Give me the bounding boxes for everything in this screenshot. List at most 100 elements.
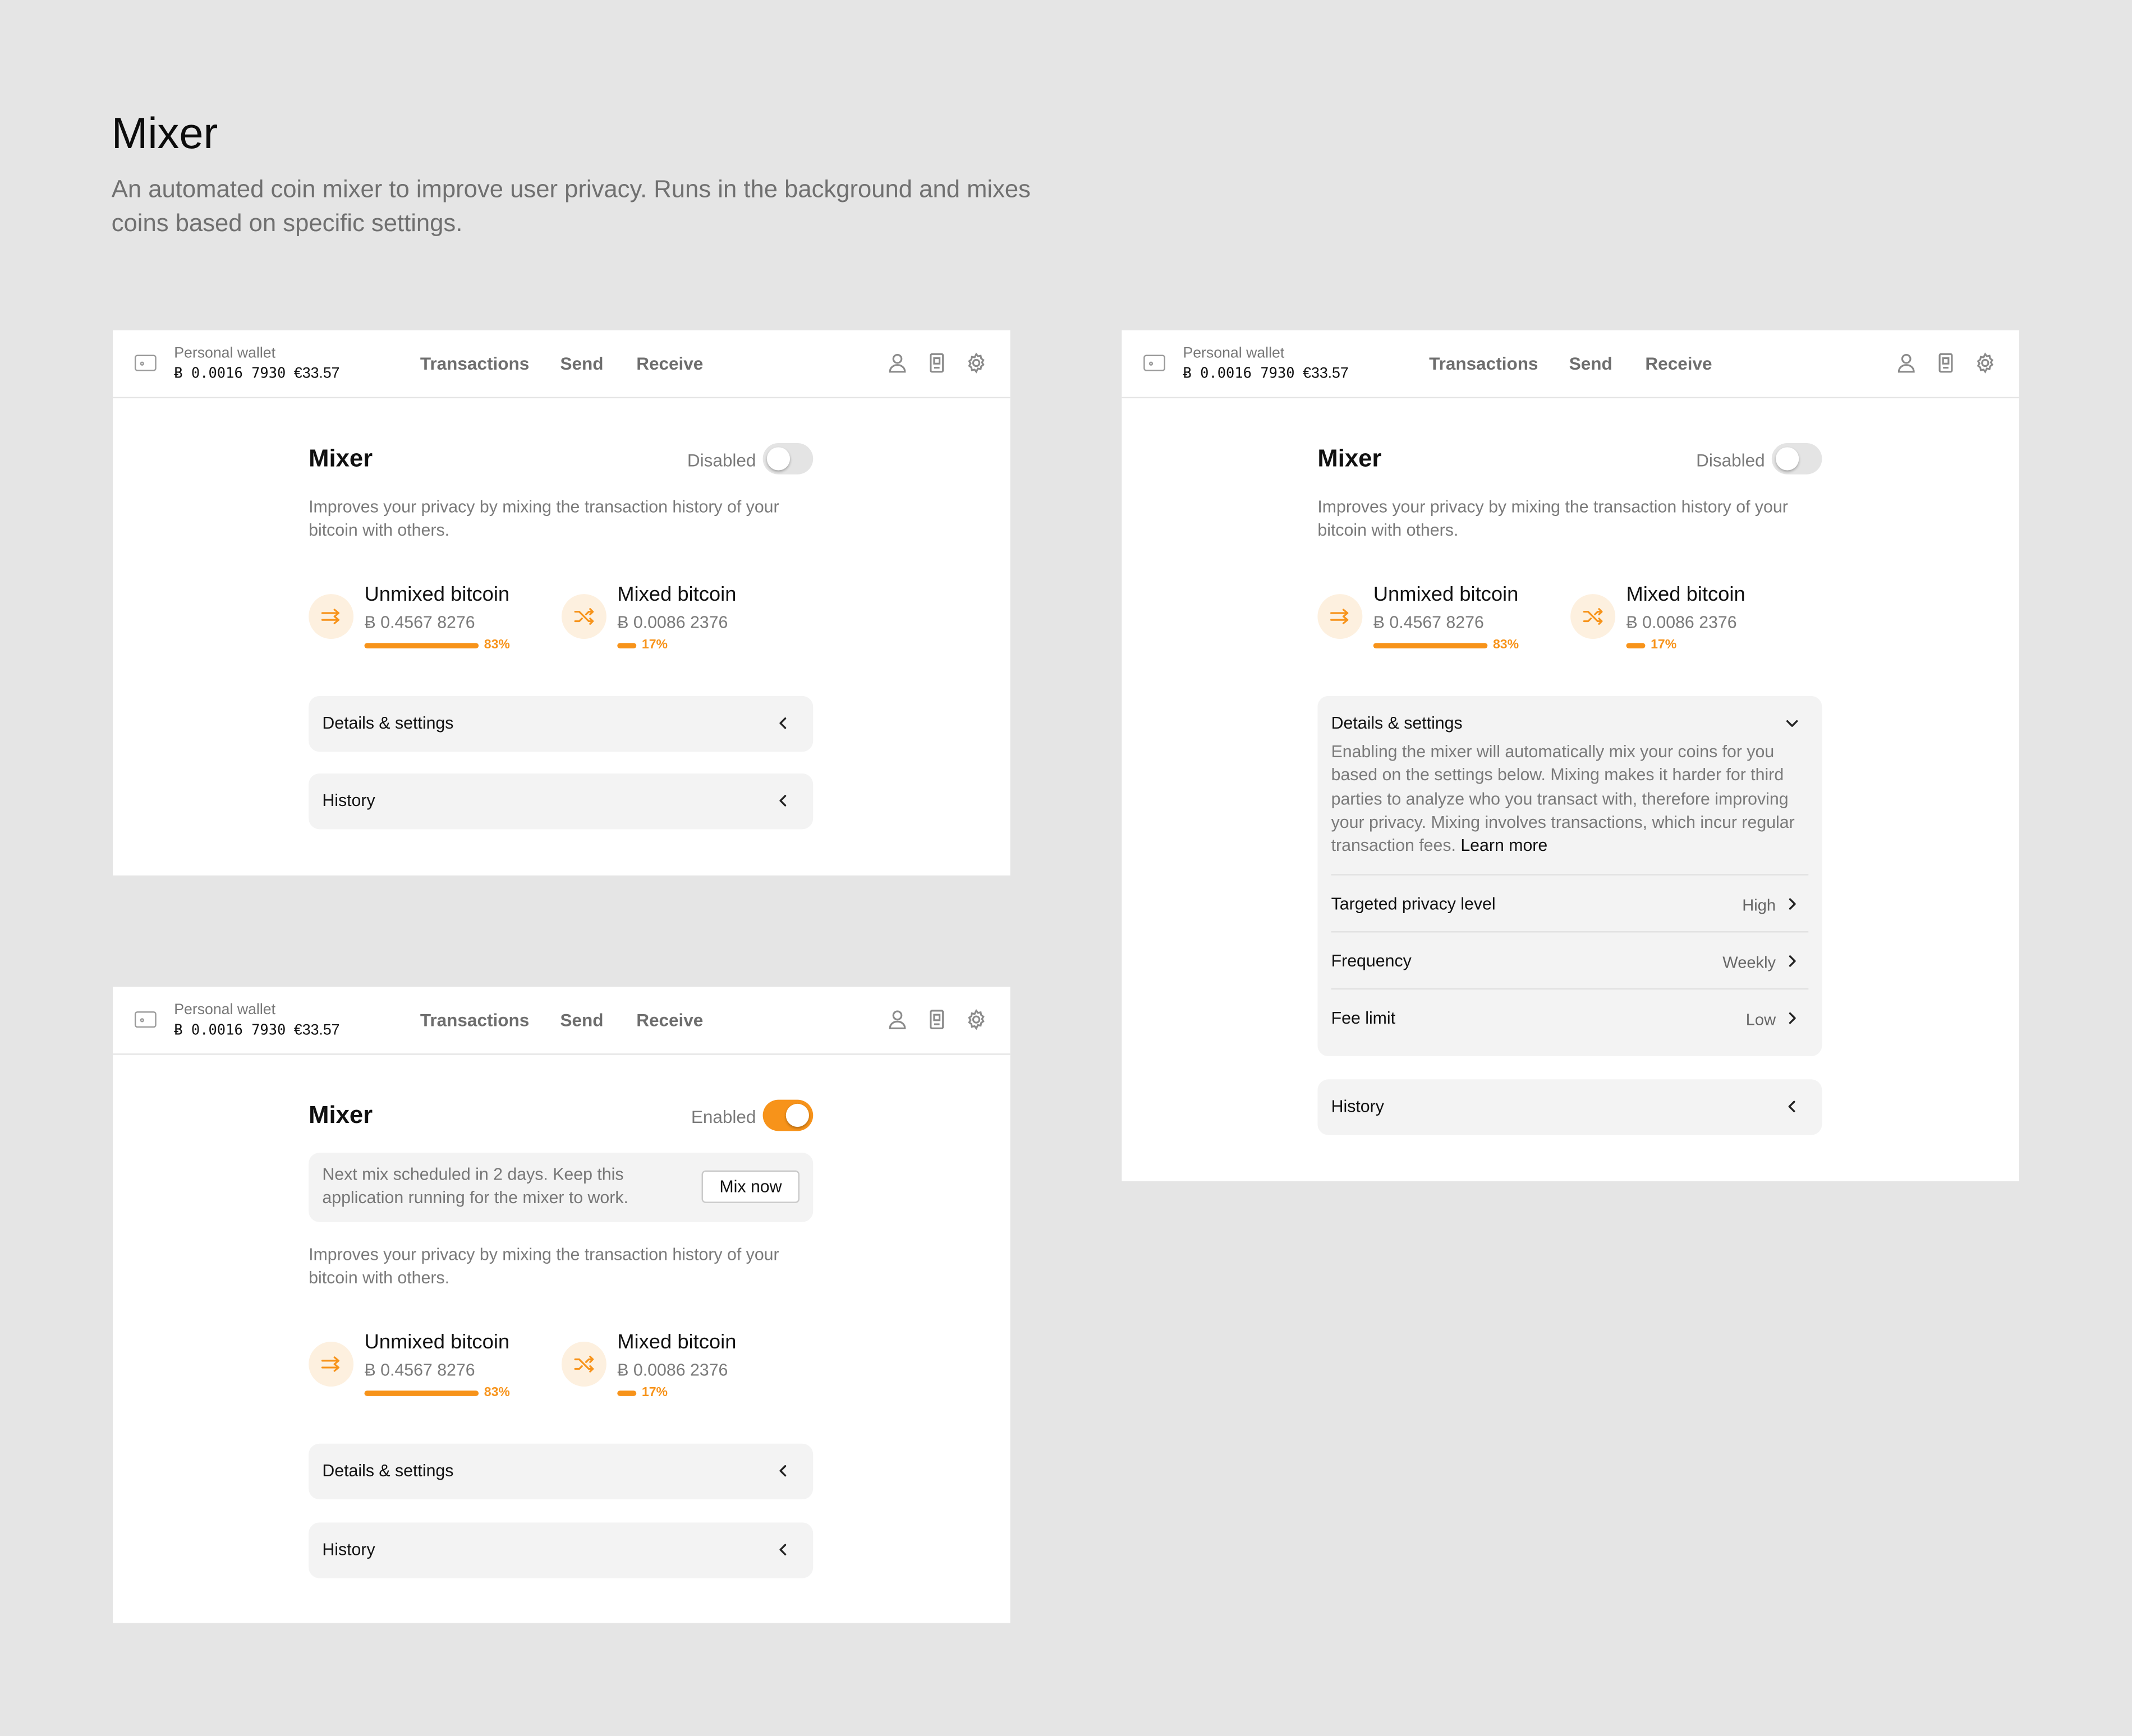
unmixed-title: Unmixed bitcoin [364, 583, 510, 606]
wallet-icon[interactable] [1143, 354, 1165, 371]
mixer-header: Mixer Disabled [1317, 440, 1822, 478]
nav-transactions[interactable]: Transactions [1429, 353, 1538, 374]
page-title: Mixer [111, 108, 218, 158]
setting-frequency[interactable]: Frequency Weekly [1331, 931, 1809, 989]
toggle-state-label: Disabled [1696, 450, 1765, 471]
user-icon[interactable] [886, 1009, 908, 1030]
nav-send[interactable]: Send [560, 353, 603, 374]
mixed-amount: Ƀ 0.0086 2376 [1626, 613, 1737, 632]
setting-label: Targeted privacy level [1331, 894, 1496, 914]
nav-transactions[interactable]: Transactions [420, 353, 529, 374]
nav-receive[interactable]: Receive [636, 1010, 703, 1030]
wallet-name[interactable]: Personal wallet [1183, 346, 1284, 362]
wallet-name[interactable]: Personal wallet [174, 346, 275, 362]
mixer-toggle[interactable] [762, 1099, 814, 1131]
history-label: History [322, 1540, 375, 1559]
unmixed-amount: Ƀ 0.4567 8276 [364, 1360, 475, 1380]
nav-receive[interactable]: Receive [1645, 353, 1712, 374]
top-bar: Personal wallet Ƀ 0.0016 7930 €33.57 Tran… [113, 330, 1010, 399]
mixed-progress-bar [617, 1390, 637, 1396]
user-icon[interactable] [1895, 352, 1917, 374]
history-label: History [322, 791, 375, 811]
mixed-amount: Ƀ 0.0086 2376 [617, 613, 728, 632]
top-bar: Personal wallet Ƀ 0.0016 7930 €33.57 Tran… [113, 987, 1010, 1055]
wallet-icon[interactable] [134, 1011, 157, 1028]
chevron-right-icon [1784, 896, 1800, 912]
unmixed-percent: 83% [484, 1385, 510, 1401]
balance-btc: Ƀ 0.0016 7930 [1183, 365, 1295, 383]
mixer-screen-enabled: Personal wallet Ƀ 0.0016 7930 €33.57 Tran… [113, 987, 1010, 1623]
chevron-left-icon [1784, 1098, 1800, 1115]
gear-icon[interactable] [1974, 352, 1996, 374]
setting-value: High [1742, 896, 1776, 915]
wallet-balance: Ƀ 0.0016 7930 €33.57 [174, 1022, 339, 1038]
balance-btc: Ƀ 0.0016 7930 [174, 365, 286, 383]
mixed-percent: 17% [1651, 637, 1677, 653]
device-icon[interactable] [926, 352, 948, 374]
mixed-progress-bar [1626, 643, 1646, 649]
learn-more-link[interactable]: Learn more [1460, 836, 1547, 855]
toggle-state-label: Enabled [691, 1106, 756, 1127]
wallet-balance: Ƀ 0.0016 7930 €33.57 [174, 366, 339, 382]
gear-icon[interactable] [966, 352, 987, 374]
mixer-screen-disabled: Personal wallet Ƀ 0.0016 7930 €33.57 Tran… [113, 330, 1010, 876]
unmixed-percent: 83% [484, 637, 510, 653]
nav-transactions[interactable]: Transactions [420, 1010, 529, 1030]
chevron-right-icon [1784, 953, 1800, 969]
user-icon[interactable] [886, 352, 908, 374]
nav-send[interactable]: Send [1569, 353, 1612, 374]
details-settings-header[interactable]: Details & settings [1317, 696, 1822, 748]
setting-privacy-level[interactable]: Targeted privacy level High [1331, 874, 1809, 932]
mixer-toggle[interactable] [762, 443, 814, 475]
chevron-left-icon [775, 793, 791, 809]
chevron-left-icon [775, 715, 791, 731]
mix-now-button[interactable]: Mix now [701, 1170, 800, 1203]
next-mix-notice: Next mix scheduled in 2 days. Keep this … [309, 1153, 814, 1222]
nav-send[interactable]: Send [560, 1010, 603, 1030]
unmixed-progress-bar [364, 1390, 479, 1396]
device-icon[interactable] [926, 1009, 948, 1030]
wallet-name[interactable]: Personal wallet [174, 1002, 275, 1018]
balance-eur: €33.57 [293, 1022, 340, 1039]
details-settings-label: Details & settings [322, 713, 454, 733]
history-label: History [1331, 1097, 1384, 1116]
mixed-title: Mixed bitcoin [617, 583, 737, 606]
setting-fee-limit[interactable]: Fee limit Low [1331, 988, 1809, 1047]
mixed-percent: 17% [641, 1385, 668, 1401]
details-settings-row[interactable]: Details & settings [309, 696, 814, 752]
wallet-icon[interactable] [134, 354, 157, 371]
balance-btc: Ƀ 0.0016 7930 [174, 1022, 286, 1039]
history-row[interactable]: History [309, 773, 814, 830]
arrows-right-icon [309, 594, 354, 639]
mixer-header: Mixer Disabled [309, 440, 814, 478]
mixed-title: Mixed bitcoin [617, 1330, 737, 1354]
details-settings-row[interactable]: Details & settings [309, 1443, 814, 1500]
mixed-stat: Mixed bitcoin Ƀ 0.0086 2376 17% [561, 1330, 800, 1407]
chevron-left-icon [775, 1463, 791, 1479]
unmixed-amount: Ƀ 0.4567 8276 [1373, 613, 1484, 632]
details-settings-panel: Details & settings Enabling the mixer wi… [1317, 696, 1822, 1057]
balance-eur: €33.57 [1303, 365, 1349, 383]
history-row[interactable]: History [1317, 1079, 1822, 1135]
mixed-percent: 17% [641, 637, 668, 653]
mixed-progress-bar [617, 643, 637, 649]
chevron-down-icon [1784, 715, 1800, 731]
mixer-description: Improves your privacy by mixing the tran… [1317, 498, 1788, 540]
setting-value: Low [1745, 1010, 1776, 1029]
unmixed-title: Unmixed bitcoin [364, 1330, 510, 1354]
mixed-amount: Ƀ 0.0086 2376 [617, 1360, 728, 1380]
mixer-description: Improves your privacy by mixing the tran… [309, 1245, 779, 1288]
shuffle-icon [561, 1341, 606, 1387]
unmixed-progress-bar [364, 643, 479, 649]
gear-icon[interactable] [966, 1009, 987, 1030]
mixer-header: Mixer Enabled [309, 1097, 814, 1135]
mixer-toggle[interactable] [1771, 443, 1822, 475]
nav-receive[interactable]: Receive [636, 353, 703, 374]
setting-label: Frequency [1331, 951, 1412, 971]
device-icon[interactable] [1935, 352, 1957, 374]
wallet-balance: Ƀ 0.0016 7930 €33.57 [1183, 366, 1348, 382]
unmixed-stat: Unmixed bitcoin Ƀ 0.4567 8276 83% [309, 1331, 546, 1407]
history-row[interactable]: History [309, 1522, 814, 1578]
chevron-left-icon [775, 1541, 791, 1558]
unmixed-progress-bar [1373, 643, 1488, 649]
